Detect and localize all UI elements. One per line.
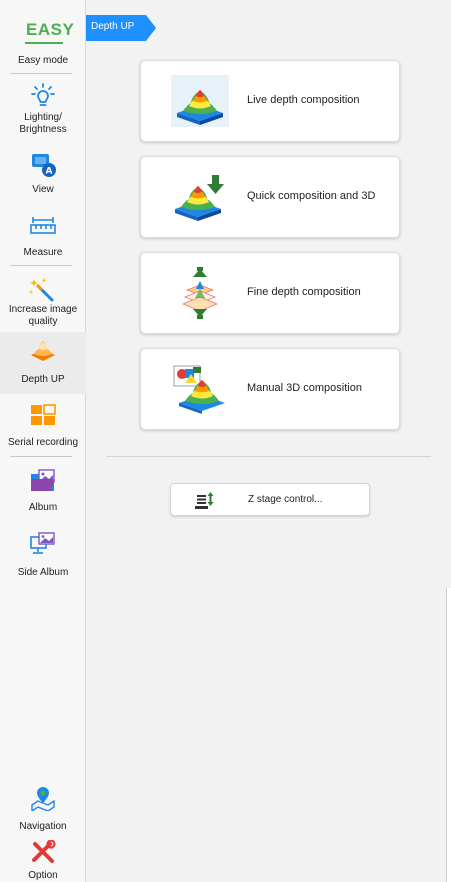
easy-logo-underline xyxy=(25,42,63,44)
sidebar-item-label: Navigation xyxy=(19,821,67,832)
easy-mode-button[interactable]: EASY Easy mode xyxy=(0,0,86,70)
card-label: Live depth composition xyxy=(247,94,360,106)
side-panel-edge xyxy=(446,588,451,882)
sidebar-item-label: Depth UP xyxy=(21,374,65,385)
quick-composition-icon xyxy=(171,171,229,223)
z-stage-label: Z stage control... xyxy=(248,494,323,505)
sidebar-item-label: Side Album xyxy=(17,567,69,578)
fine-depth-icon xyxy=(171,267,229,319)
grid-icon xyxy=(28,403,58,429)
sidebar-item-label: Lighting/ Brightness xyxy=(19,112,67,135)
sidebar-item-increase-image-quality[interactable]: Increase image quality xyxy=(0,278,86,330)
tools-icon xyxy=(28,839,58,866)
easy-logo: EASY xyxy=(26,20,75,39)
sidebar-item-label: Serial recording xyxy=(7,437,79,448)
sidebar-item-measure[interactable]: Measure xyxy=(0,215,86,261)
sidebar-item-label: View xyxy=(32,184,54,195)
lightbulb-icon xyxy=(28,83,58,109)
sidebar-item-option[interactable]: Option xyxy=(0,839,86,882)
sidebar-divider xyxy=(10,73,72,74)
sidebar-item-label: Option xyxy=(28,870,58,881)
svg-text:A: A xyxy=(46,167,53,177)
sidebar-divider xyxy=(10,456,72,457)
sidebar-item-view[interactable]: A View xyxy=(0,152,86,198)
album-folder-icon xyxy=(28,468,58,494)
ruler-icon xyxy=(28,215,58,241)
sidebar-item-album[interactable]: Album xyxy=(0,468,86,516)
map-pin-icon xyxy=(28,785,58,813)
quick-composition-and-3d-button[interactable]: Quick composition and 3D xyxy=(140,156,400,238)
sidebar-item-side-album[interactable]: Side Album xyxy=(0,531,86,579)
manual-3d-composition-button[interactable]: Manual 3D composition xyxy=(140,348,400,430)
fine-depth-composition-button[interactable]: Fine depth composition xyxy=(140,252,400,334)
section-divider xyxy=(106,456,431,457)
sidebar: EASY Easy mode Lighting/ Brightness A Vi… xyxy=(0,0,86,882)
live-depth-composition-button[interactable]: Live depth composition xyxy=(140,60,400,142)
sidebar-item-depth-up[interactable]: Depth UP xyxy=(0,332,86,394)
z-stage-icon xyxy=(195,492,215,510)
monitor-image-icon xyxy=(28,531,58,557)
sidebar-item-lighting[interactable]: Lighting/ Brightness xyxy=(0,83,86,139)
tab-label: Depth UP xyxy=(91,21,135,32)
live-depth-icon xyxy=(171,75,229,127)
easy-mode-label: Easy mode xyxy=(17,55,69,66)
sidebar-item-label: Album xyxy=(28,502,58,513)
card-label: Fine depth composition xyxy=(247,286,361,298)
sidebar-item-label: Increase image quality xyxy=(8,304,78,327)
z-stage-control-button[interactable]: Z stage control... xyxy=(170,483,370,516)
view-icon: A xyxy=(28,152,58,178)
sidebar-item-navigation[interactable]: Navigation xyxy=(0,785,86,833)
manual-3d-icon xyxy=(171,363,229,415)
magic-wand-icon xyxy=(28,278,58,304)
sidebar-item-label: Measure xyxy=(23,247,63,258)
sidebar-item-serial-recording[interactable]: Serial recording xyxy=(0,403,86,451)
sidebar-divider xyxy=(10,265,72,266)
card-label: Quick composition and 3D xyxy=(247,190,376,202)
card-label: Manual 3D composition xyxy=(247,382,362,394)
depth-up-icon xyxy=(28,337,58,363)
